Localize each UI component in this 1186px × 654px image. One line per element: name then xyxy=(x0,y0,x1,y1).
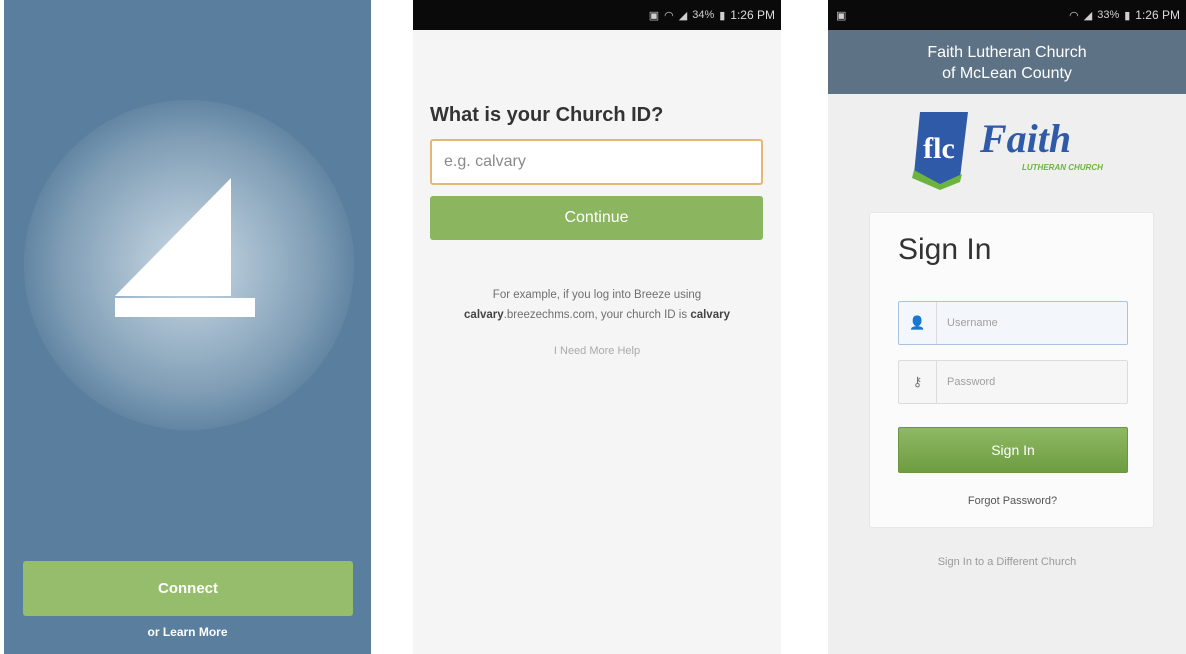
gallery-notification-icon: ▣ xyxy=(836,9,847,22)
status-time: 1:26 PM xyxy=(1135,8,1180,22)
notification-icon: ▣ xyxy=(648,9,660,22)
help-id-bold: calvary xyxy=(690,309,730,321)
status-bar: ▣ ◠ ◢ 34% ▮ 1:26 PM xyxy=(413,0,781,30)
forgot-password-link[interactable]: Forgot Password? xyxy=(870,495,1155,507)
church-name-line-1: Faith Lutheran Church xyxy=(927,44,1087,61)
logo-mark-text: flc xyxy=(923,132,955,165)
user-icon: 👤 xyxy=(899,302,937,344)
battery-percent: 34% xyxy=(692,9,715,21)
wifi-icon: ◠ xyxy=(1069,9,1079,22)
more-help-link[interactable]: I Need More Help xyxy=(413,345,781,357)
different-church-link[interactable]: Sign In to a Different Church xyxy=(828,556,1186,568)
logo-sub-text: LUTHERAN CHURCH xyxy=(1022,163,1103,172)
battery-icon: ▮ xyxy=(1124,9,1131,22)
status-right: ◠ ◢ 33% ▮ 1:26 PM xyxy=(1069,8,1180,22)
status-time: 1:26 PM xyxy=(730,8,775,22)
status-bar: ▣ ◠ ◢ 33% ▮ 1:26 PM xyxy=(828,0,1186,30)
help-line-2: calvary.breezechms.com, your church ID i… xyxy=(413,305,781,325)
password-input[interactable] xyxy=(937,361,1127,403)
username-field[interactable]: 👤 xyxy=(898,301,1128,345)
password-field[interactable]: ⚷ xyxy=(898,360,1128,404)
connect-button[interactable]: Connect xyxy=(23,561,353,616)
splash-screen: Connect or Learn More xyxy=(4,0,371,654)
signal-icon: ◢ xyxy=(1083,9,1093,22)
continue-button[interactable]: Continue xyxy=(430,196,763,240)
wifi-icon: ◠ xyxy=(664,9,674,22)
logo-word-text: Faith xyxy=(979,116,1071,161)
battery-percent: 33% xyxy=(1097,9,1120,21)
battery-icon: ▮ xyxy=(719,9,726,22)
church-id-screen: ▣ ◠ ◢ 34% ▮ 1:26 PM What is your Church … xyxy=(413,0,781,654)
username-input[interactable] xyxy=(937,302,1127,344)
church-id-question: What is your Church ID? xyxy=(430,104,664,126)
sign-in-card: Sign In 👤 ⚷ Sign In Forgot Password? xyxy=(869,212,1154,528)
sign-in-title: Sign In xyxy=(898,233,992,266)
sign-in-button[interactable]: Sign In xyxy=(898,427,1128,473)
church-id-input[interactable] xyxy=(430,139,763,185)
signal-icon: ◢ xyxy=(678,9,688,22)
church-logo: flc Faith LUTHERAN CHURCH xyxy=(912,112,1103,190)
learn-more-link[interactable]: or Learn More xyxy=(4,625,371,639)
sailboat-logo-icon xyxy=(115,178,255,317)
help-text: For example, if you log into Breeze usin… xyxy=(413,285,781,325)
sign-in-screen: ▣ ◠ ◢ 33% ▮ 1:26 PM Faith Lutheran Churc… xyxy=(828,0,1186,654)
help-line-1: For example, if you log into Breeze usin… xyxy=(492,289,702,301)
help-domain-rest: .breezechms.com, your church ID is xyxy=(503,309,688,321)
church-name-line-2: of McLean County xyxy=(942,65,1072,82)
church-header: Faith Lutheran Church of McLean County xyxy=(828,30,1186,94)
key-icon: ⚷ xyxy=(899,361,937,403)
help-domain-bold: calvary xyxy=(464,309,504,321)
